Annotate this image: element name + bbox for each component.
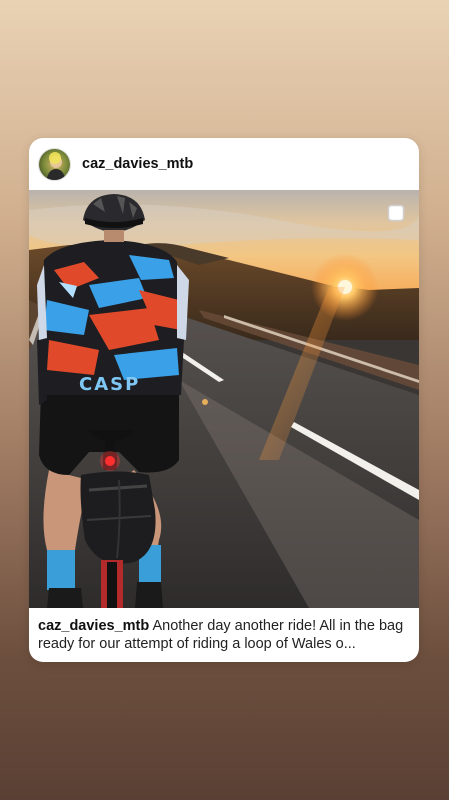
story-post-card[interactable]: caz_davies_mtb CASP caz_davies_mtb Anoth…	[29, 138, 419, 662]
caption-username[interactable]: caz_davies_mtb	[38, 618, 149, 634]
post-caption: caz_davies_mtb Another day another ride!…	[38, 617, 410, 653]
carousel-indicator-icon	[387, 204, 405, 222]
post-username[interactable]: caz_davies_mtb	[82, 156, 193, 172]
profile-avatar[interactable]	[38, 147, 71, 181]
jersey-print-text: CASP	[79, 374, 140, 395]
post-header: caz_davies_mtb	[29, 138, 419, 190]
post-photo[interactable]: CASP	[29, 190, 419, 608]
